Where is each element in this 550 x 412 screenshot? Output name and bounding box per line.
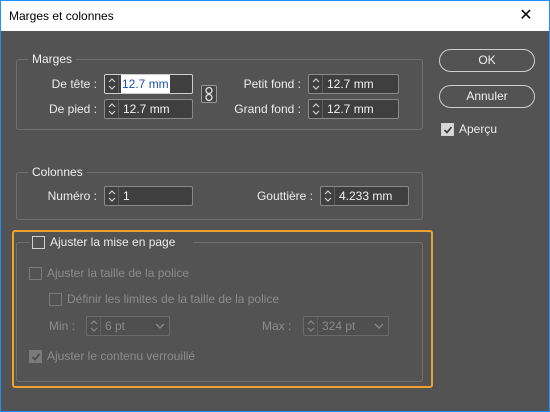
- chevron-down-icon: [155, 323, 165, 329]
- inside-margin-label: Petit fond :: [243, 77, 301, 91]
- spinner-arrows-icon[interactable]: [304, 317, 318, 335]
- title-bar: Marges et colonnes ✕: [1, 1, 549, 31]
- chain-link-icon[interactable]: [201, 85, 217, 103]
- dialog-title: Marges et colonnes: [9, 9, 114, 23]
- adjust-layout-checkbox[interactable]: [32, 236, 45, 249]
- columns-number-field[interactable]: 1: [104, 186, 193, 206]
- adjust-font-size-checkbox[interactable]: [29, 267, 42, 280]
- bottom-margin-label: De pied :: [48, 102, 97, 116]
- bottom-margin-value[interactable]: 12.7 mm: [123, 100, 170, 118]
- top-margin-field[interactable]: 12.7 mm: [104, 74, 193, 94]
- max-font-size-value[interactable]: 324 pt: [322, 317, 355, 335]
- margins-group-title: Marges: [28, 52, 77, 66]
- close-button[interactable]: ✕: [503, 1, 549, 31]
- spinner-arrows-icon[interactable]: [87, 317, 101, 335]
- font-limits-checkbox[interactable]: [49, 293, 62, 306]
- spinner-arrows-icon[interactable]: [105, 75, 119, 93]
- preview-checkbox[interactable]: [441, 123, 454, 136]
- spinner-arrows-icon[interactable]: [105, 187, 119, 205]
- spinner-arrows-icon[interactable]: [105, 100, 119, 118]
- adjust-layout-label[interactable]: Ajuster la mise en page: [50, 232, 175, 252]
- spinner-arrows-icon[interactable]: [309, 75, 323, 93]
- min-label: Min :: [49, 319, 76, 333]
- margins-columns-dialog: Marges et colonnes ✕ Marges De tête : 12…: [0, 0, 550, 412]
- adjust-font-size-label: Ajuster la taille de la police: [47, 266, 190, 280]
- outside-margin-value[interactable]: 12.7 mm: [327, 100, 374, 118]
- adjust-locked-checkbox[interactable]: [29, 350, 42, 363]
- outside-margin-field[interactable]: 12.7 mm: [308, 99, 399, 119]
- top-margin-label: De tête :: [51, 77, 97, 91]
- bottom-margin-field[interactable]: 12.7 mm: [104, 99, 193, 119]
- columns-number-label: Numéro :: [47, 189, 97, 203]
- min-font-size-value[interactable]: 6 pt: [105, 317, 125, 335]
- adjust-locked-label: Ajuster le contenu verrouillé: [47, 349, 196, 363]
- gutter-label: Gouttière :: [256, 189, 313, 203]
- cancel-button[interactable]: Annuler: [439, 85, 535, 108]
- spinner-arrows-icon[interactable]: [309, 100, 323, 118]
- max-font-size-field[interactable]: 324 pt: [303, 316, 389, 336]
- columns-group-title: Colonnes: [28, 165, 87, 179]
- gutter-value[interactable]: 4.233 mm: [339, 187, 392, 205]
- min-font-size-field[interactable]: 6 pt: [86, 316, 170, 336]
- margins-group: [16, 59, 423, 130]
- columns-number-value[interactable]: 1: [123, 187, 130, 205]
- font-limits-label: Définir les limites de la taille de la p…: [67, 292, 280, 306]
- max-label: Max :: [262, 319, 292, 333]
- gutter-field[interactable]: 4.233 mm: [320, 186, 409, 206]
- outside-margin-label: Grand fond :: [234, 102, 301, 116]
- checkmark-icon: [443, 126, 453, 134]
- close-icon[interactable]: ✕: [519, 7, 532, 24]
- inside-margin-value[interactable]: 12.7 mm: [327, 75, 374, 93]
- inside-margin-field[interactable]: 12.7 mm: [308, 74, 399, 94]
- top-margin-value[interactable]: 12.7 mm: [121, 75, 170, 93]
- spinner-arrows-icon[interactable]: [321, 187, 335, 205]
- ok-button[interactable]: OK: [439, 49, 535, 72]
- chevron-down-icon: [374, 323, 384, 329]
- checkmark-icon: [31, 353, 41, 361]
- preview-label[interactable]: Aperçu: [459, 119, 497, 139]
